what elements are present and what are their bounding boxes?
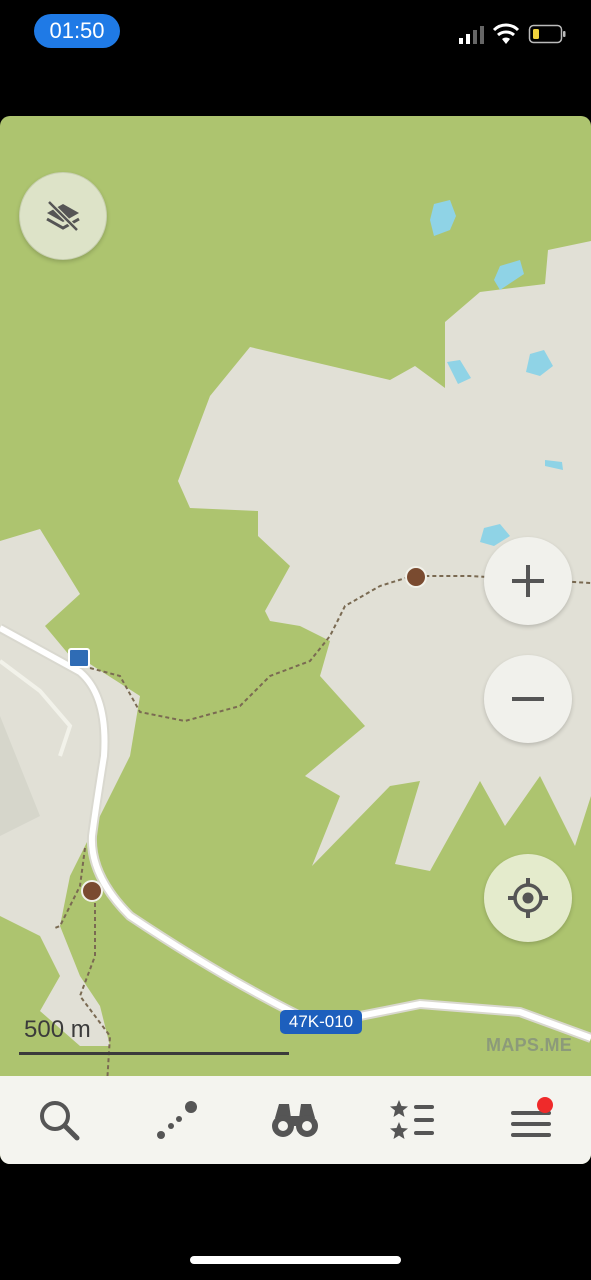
layers-button[interactable] xyxy=(19,172,107,260)
wifi-icon xyxy=(492,23,520,44)
menu-badge xyxy=(537,1097,553,1113)
viewpoint-icon[interactable] xyxy=(81,880,103,902)
layers-off-icon xyxy=(46,200,80,232)
bookmarks-icon xyxy=(390,1100,434,1139)
status-time: 01:50 xyxy=(34,14,120,48)
scale-label: 500 m xyxy=(24,1016,91,1043)
map-view[interactable]: 47K-010 500 m MAPS.ME xyxy=(0,116,591,1164)
viewpoint-icon[interactable] xyxy=(405,566,427,588)
lake-2 xyxy=(494,260,524,290)
zoom-out-button[interactable] xyxy=(484,655,572,743)
lake-1 xyxy=(430,200,456,236)
search-icon xyxy=(40,1101,80,1141)
route-button[interactable] xyxy=(118,1076,236,1164)
zoom-in-button[interactable] xyxy=(484,537,572,625)
search-button[interactable] xyxy=(0,1076,118,1164)
crosshair-icon xyxy=(508,878,548,918)
menu-icon xyxy=(511,1097,553,1137)
maps-me-watermark: MAPS.ME xyxy=(486,1035,573,1055)
my-location-button[interactable] xyxy=(484,854,572,942)
plus-icon xyxy=(512,565,544,597)
bookmarks-button[interactable] xyxy=(354,1076,472,1164)
discovery-binoculars-icon xyxy=(272,1104,318,1137)
cellular-signal-icon xyxy=(459,26,484,44)
route-icon xyxy=(157,1101,197,1139)
home-indicator[interactable] xyxy=(190,1256,401,1264)
building-icon[interactable] xyxy=(68,648,90,668)
map-terrain xyxy=(0,200,591,1117)
minus-icon xyxy=(512,697,544,701)
scale-bar xyxy=(19,1052,289,1055)
status-icons xyxy=(459,22,569,52)
road-shield: 47K-010 xyxy=(280,1010,362,1034)
discovery-button[interactable] xyxy=(236,1076,354,1164)
status-bar: 01:50 xyxy=(0,0,591,60)
menu-button[interactable] xyxy=(472,1076,590,1164)
battery-low-icon xyxy=(528,24,566,44)
bottom-toolbar xyxy=(0,1076,591,1164)
